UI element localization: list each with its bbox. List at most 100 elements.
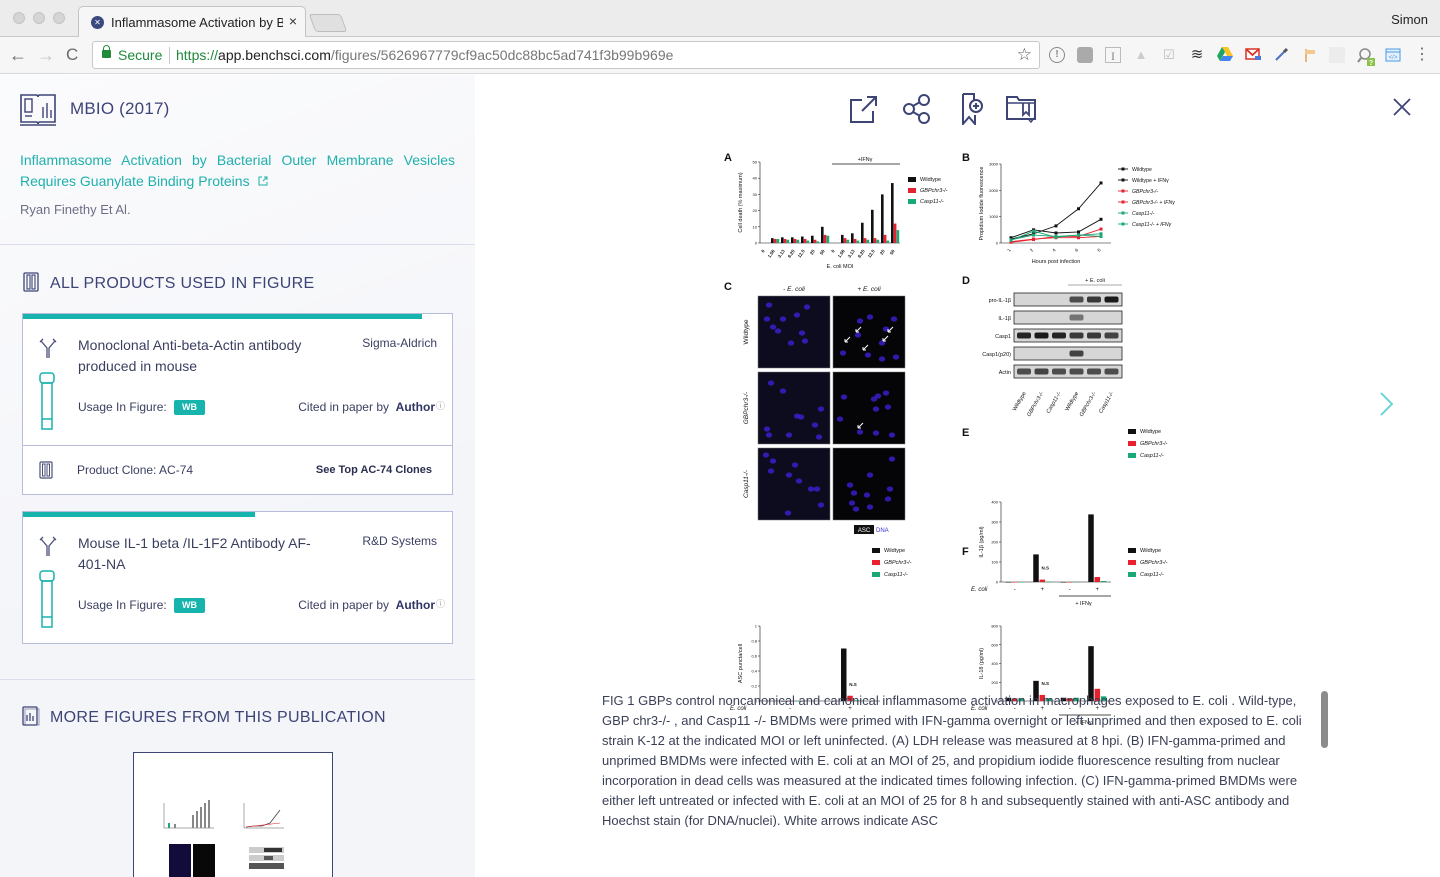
legend-entry: Wildtype — [884, 548, 905, 554]
evernote-extension-icon[interactable] — [1077, 47, 1093, 63]
new-tab-button[interactable] — [308, 14, 348, 32]
usage-label: Usage In Figure: — [78, 400, 167, 414]
journal-name: MBIO (2017) — [70, 99, 170, 118]
legend-marker — [1121, 167, 1125, 171]
paper-title-link[interactable]: Inflammasome Activation by Bacterial Out… — [20, 150, 455, 194]
bar-casp11 — [806, 240, 810, 243]
window-minimize-button[interactable] — [33, 12, 45, 24]
legend-swatch — [872, 572, 880, 577]
profile-name[interactable]: Simon — [1391, 12, 1428, 27]
save-to-folder-icon[interactable] — [1005, 93, 1037, 125]
blot-band — [1087, 296, 1101, 303]
blot-row-label: Casp1 — [995, 334, 1011, 340]
close-viewer-icon[interactable] — [1392, 97, 1412, 117]
product-name[interactable]: Mouse IL-1 beta /IL-1F2 Antibody AF-401-… — [78, 533, 328, 575]
nucleus — [793, 312, 801, 318]
x-axis-label: Hours post infection — [1032, 259, 1081, 265]
url-text[interactable]: https://app.benchsci.com/figures/5626967… — [176, 47, 673, 63]
nucleus — [763, 316, 771, 322]
external-link-icon[interactable] — [258, 173, 268, 194]
browser-menu-icon[interactable]: ⋮ — [1414, 47, 1430, 63]
blot-band — [1052, 332, 1066, 339]
nucleus — [785, 432, 793, 438]
x-tick-label: 1.56 — [767, 248, 776, 258]
drive-grey-extension-icon[interactable]: ▲ — [1133, 47, 1149, 63]
blot-band — [1034, 332, 1049, 339]
figure-image[interactable]: A 0 10 20 30 40 50 Cell death (% maximum) 0 1.56 3… — [718, 145, 1193, 735]
nucleus — [882, 390, 890, 396]
help-icon[interactable]: ⓘ — [436, 597, 445, 610]
product-card[interactable]: Monoclonal Anti-beta-Actin antibody prod… — [22, 313, 453, 495]
eyedropper-extension-icon[interactable] — [1273, 47, 1289, 63]
next-figure-chevron-icon[interactable] — [1379, 391, 1395, 417]
nucleus — [890, 316, 898, 322]
y-tick-label: 3000 — [989, 162, 999, 167]
window-maximize-button[interactable] — [53, 12, 65, 24]
legend-marker — [1121, 189, 1125, 193]
blot-band — [1104, 368, 1119, 375]
nucleus — [767, 468, 775, 474]
product-clone-row: Product Clone: AC-74 See Top AC-74 Clone… — [23, 445, 452, 494]
bar-casp11 — [816, 241, 820, 243]
data-point — [1099, 234, 1103, 238]
bar-wildtype — [891, 183, 894, 243]
x-tick-label: 3.13 — [847, 248, 856, 258]
nucleus — [779, 388, 787, 394]
x-tick-label: 25 — [809, 248, 816, 255]
back-icon[interactable]: ← — [9, 45, 27, 66]
checkbox-extension-icon[interactable]: ☑ — [1161, 47, 1177, 63]
stain-legend-dna: DNA — [876, 528, 889, 534]
help-icon[interactable]: ⓘ — [436, 399, 445, 412]
legend-entry: Casp11-/- — [1132, 211, 1155, 217]
reload-icon[interactable]: C — [66, 45, 78, 65]
legend-entry: GBPchr3-/- — [920, 188, 948, 194]
tab-close-icon[interactable]: × — [289, 13, 297, 29]
blot-strip — [1013, 310, 1123, 325]
open-external-icon[interactable] — [848, 93, 880, 125]
see-top-clones-link[interactable]: See Top AC-74 Clones — [316, 464, 432, 476]
figure-svg: A01020304050Cell death (% maximum)0 1.56 3… — [724, 152, 1175, 726]
product-card[interactable]: Mouse IL-1 beta /IL-1F2 Antibody AF-401-… — [22, 511, 453, 644]
usage-badge-wb: WB — [174, 598, 205, 613]
gmail-extension-icon[interactable] — [1245, 47, 1261, 63]
browser-tab-active[interactable]: ✕ Inflammasome Activation by Ba × — [78, 6, 306, 37]
stain-legend-asc: ASC — [858, 528, 871, 534]
info-extension-icon[interactable]: ! — [1049, 47, 1065, 63]
google-drive-extension-icon[interactable] — [1217, 47, 1233, 63]
instapaper-extension-icon[interactable]: I — [1105, 47, 1121, 63]
blot-header: + E. coli — [1085, 278, 1105, 284]
panel-d: D + E. coli pro-IL-1β IL-1β Casp1 Casp1(p20) A… — [962, 275, 1123, 418]
nucleus — [852, 506, 860, 512]
bar-casp11 — [776, 238, 780, 243]
bookmark-star-icon[interactable]: ☆ — [1017, 45, 1032, 65]
nucleus — [888, 456, 896, 462]
series-line — [1010, 182, 1102, 240]
bookmark-add-icon[interactable] — [959, 93, 991, 125]
y-tick-label: 0.6 — [751, 654, 757, 659]
address-bar[interactable]: Secure https://app.benchsci.com/figures/… — [92, 41, 1040, 69]
x-tick-label: 12.5 — [797, 248, 806, 258]
vial-icon — [39, 570, 55, 628]
caption-scrollbar[interactable] — [1321, 691, 1328, 748]
product-card-body: Monoclonal Anti-beta-Actin antibody prod… — [23, 314, 452, 445]
dragon-extension-icon[interactable] — [1329, 47, 1345, 63]
bar-gbpchr3 — [823, 234, 827, 243]
window-close-button[interactable] — [13, 12, 25, 24]
search-help-extension-icon[interactable]: ? — [1357, 47, 1375, 67]
signpost-extension-icon[interactable] — [1301, 47, 1317, 63]
share-icon[interactable] — [902, 93, 934, 125]
figure-thumbnail[interactable] — [133, 752, 333, 877]
forward-icon[interactable]: → — [37, 45, 55, 66]
legend-marker — [1121, 178, 1125, 182]
product-name[interactable]: Monoclonal Anti-beta-Actin antibody prod… — [78, 335, 328, 377]
x-tick-label: 3.13 — [777, 248, 786, 258]
nucleus — [762, 452, 770, 458]
buffer-extension-icon[interactable]: ≋ — [1189, 47, 1205, 63]
devtools-extension-icon[interactable]: </> — [1385, 47, 1401, 63]
panel-letter: C — [724, 281, 732, 293]
blot-band — [1087, 332, 1101, 339]
legend-swatch — [908, 199, 916, 204]
nucleus — [878, 356, 886, 362]
y-tick-label: 600 — [991, 642, 998, 647]
url-host: app.benchsci.com — [218, 47, 331, 63]
